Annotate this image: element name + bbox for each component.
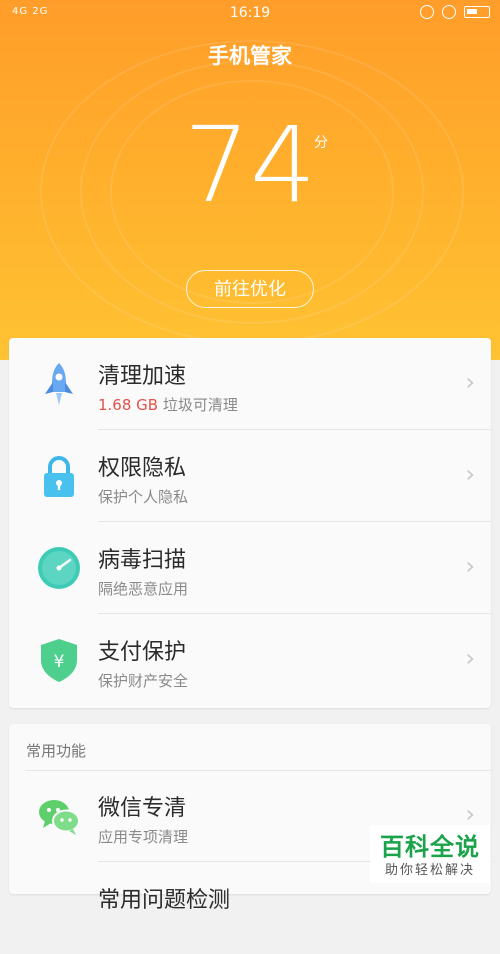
list-item-subtitle: 保护个人隐私 — [98, 488, 189, 506]
list-item-clean[interactable]: 清理加速 1.68 GB 垃圾可清理 › — [9, 338, 491, 430]
list-item-subtitle: 保护财产安全 — [98, 672, 189, 690]
status-bar: 4G 2G 16:19 — [0, 0, 500, 28]
page-title: 手机管家 — [208, 44, 292, 68]
optimize-button[interactable]: 前往优化 — [186, 270, 314, 308]
security-score: 74 — [183, 104, 317, 226]
watermark-subtitle: 助你轻松解决 — [384, 863, 475, 878]
watermark-title: 百科全说 — [380, 833, 480, 861]
scan-clock-icon — [38, 547, 80, 589]
junk-size: 1.68 GB — [98, 396, 159, 414]
list-item-title: 权限隐私 — [98, 456, 187, 481]
list-item-subtitle: 1.68 GB 垃圾可清理 — [98, 394, 238, 415]
chevron-right-icon: › — [465, 368, 475, 396]
wechat-icon — [39, 800, 80, 835]
list-item-title: 支付保护 — [98, 640, 187, 665]
svg-text:¥: ¥ — [54, 652, 65, 672]
chevron-right-icon: › — [465, 460, 475, 488]
list-item-title: 病毒扫描 — [98, 548, 187, 573]
score-unit: 分 — [314, 135, 328, 151]
junk-label: 垃圾可清理 — [158, 396, 238, 414]
main-feature-card: 清理加速 1.68 GB 垃圾可清理 › 权限隐私 保护个人隐私 › 病毒扫描 … — [9, 338, 491, 708]
list-item-virus-scan[interactable]: 病毒扫描 隔绝恶意应用 › — [9, 522, 491, 614]
list-item-title: 清理加速 — [98, 364, 187, 389]
list-item-payment[interactable]: ¥ 支付保护 保护财产安全 › — [9, 614, 491, 706]
list-item-subtitle: 隔绝恶意应用 — [98, 580, 189, 598]
list-item-subtitle: 应用专项清理 — [98, 828, 189, 846]
list-item-title: 微信专清 — [98, 796, 187, 821]
header-hero: 4G 2G 16:19 手机管家 74 分 前往优化 — [0, 0, 500, 360]
yen-shield-icon: ¥ — [41, 639, 77, 682]
rocket-icon — [45, 363, 73, 405]
alarm-icon — [442, 5, 456, 19]
list-item-privacy[interactable]: 权限隐私 保护个人隐私 › — [9, 430, 491, 522]
chevron-right-icon: › — [465, 552, 475, 580]
chevron-right-icon: › — [465, 800, 475, 828]
watermark-logo: 百科全说 助你轻松解决 — [370, 825, 490, 883]
lock-rotation-icon — [420, 5, 434, 19]
lock-icon — [44, 456, 74, 497]
battery-icon — [464, 6, 490, 18]
section-label: 常用功能 — [26, 742, 87, 760]
chevron-right-icon: › — [465, 644, 475, 672]
list-item-title: 常用问题检测 — [98, 888, 231, 913]
